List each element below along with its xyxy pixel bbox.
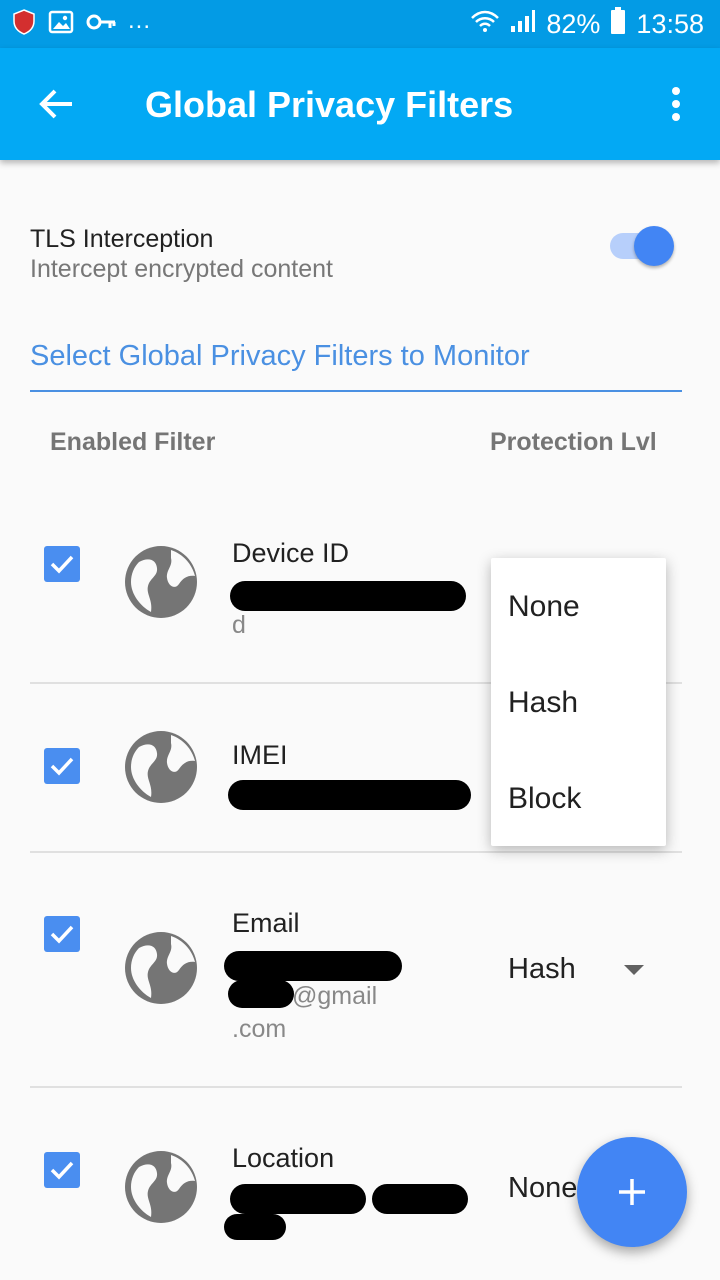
section-header: Select Global Privacy Filters to Monitor	[30, 340, 682, 392]
redacted-value	[224, 1214, 286, 1240]
filter-name: Device ID	[232, 538, 350, 568]
dropdown-arrow-icon[interactable]	[624, 965, 644, 975]
add-filter-fab[interactable]	[577, 1137, 687, 1247]
shield-icon	[12, 8, 36, 40]
menu-option-none[interactable]: None	[508, 590, 580, 624]
notification-overflow: ...	[128, 7, 152, 34]
email-checkbox[interactable]	[44, 916, 80, 952]
protection-level-value[interactable]: None	[508, 1172, 577, 1205]
status-bar: ... 82% 13:58	[0, 0, 720, 48]
check-icon	[50, 1161, 74, 1180]
add-icon	[619, 1179, 645, 1205]
redacted-value	[230, 1184, 366, 1214]
tls-interception-subtitle: Intercept encrypted content	[30, 255, 333, 283]
page-title: Global Privacy Filters	[145, 84, 514, 125]
battery-icon	[610, 6, 626, 42]
protection-level-menu: None Hash Block	[491, 558, 666, 846]
redacted-value	[372, 1184, 468, 1214]
filter-value: d	[232, 611, 246, 639]
check-icon	[50, 757, 74, 776]
imei-checkbox[interactable]	[44, 748, 80, 784]
image-icon	[48, 10, 74, 39]
globe-icon	[125, 546, 197, 618]
overflow-menu-button[interactable]	[656, 80, 696, 128]
check-icon	[50, 925, 74, 944]
back-button[interactable]	[30, 78, 82, 130]
signal-icon	[510, 9, 536, 40]
filter-value: .com	[232, 1015, 287, 1043]
protection-level-value[interactable]: Hash	[508, 953, 576, 986]
location-checkbox[interactable]	[44, 1152, 80, 1188]
globe-icon	[125, 932, 197, 1004]
filter-name: Email	[232, 908, 300, 938]
battery-percent: 82%	[546, 8, 601, 39]
globe-icon	[125, 731, 197, 803]
filter-name: IMEI	[232, 740, 288, 770]
redacted-value	[228, 780, 471, 810]
more-vert-icon	[672, 87, 680, 121]
tls-interception-toggle[interactable]	[610, 226, 676, 268]
wifi-icon	[470, 9, 500, 40]
redacted-value	[224, 951, 402, 981]
key-icon	[86, 13, 116, 36]
clock: 13:58	[636, 8, 704, 39]
app-bar: Global Privacy Filters	[0, 48, 720, 160]
column-header-enabled-filter: Enabled Filter	[50, 428, 216, 456]
device-id-checkbox[interactable]	[44, 546, 80, 582]
menu-option-block[interactable]: Block	[508, 782, 581, 816]
row-divider	[30, 851, 682, 853]
redacted-value	[230, 581, 466, 611]
column-header-protection-level: Protection Lvl	[490, 428, 657, 456]
row-divider	[30, 1086, 682, 1088]
globe-icon	[125, 1151, 197, 1223]
check-icon	[50, 555, 74, 574]
redacted-value	[228, 980, 294, 1008]
menu-option-hash[interactable]: Hash	[508, 686, 578, 720]
toggle-thumb	[634, 226, 674, 266]
filter-name: Location	[232, 1143, 335, 1173]
back-arrow-icon	[39, 89, 72, 119]
filter-value: @gmail	[292, 982, 378, 1010]
tls-interception-title: TLS Interception	[30, 225, 214, 253]
